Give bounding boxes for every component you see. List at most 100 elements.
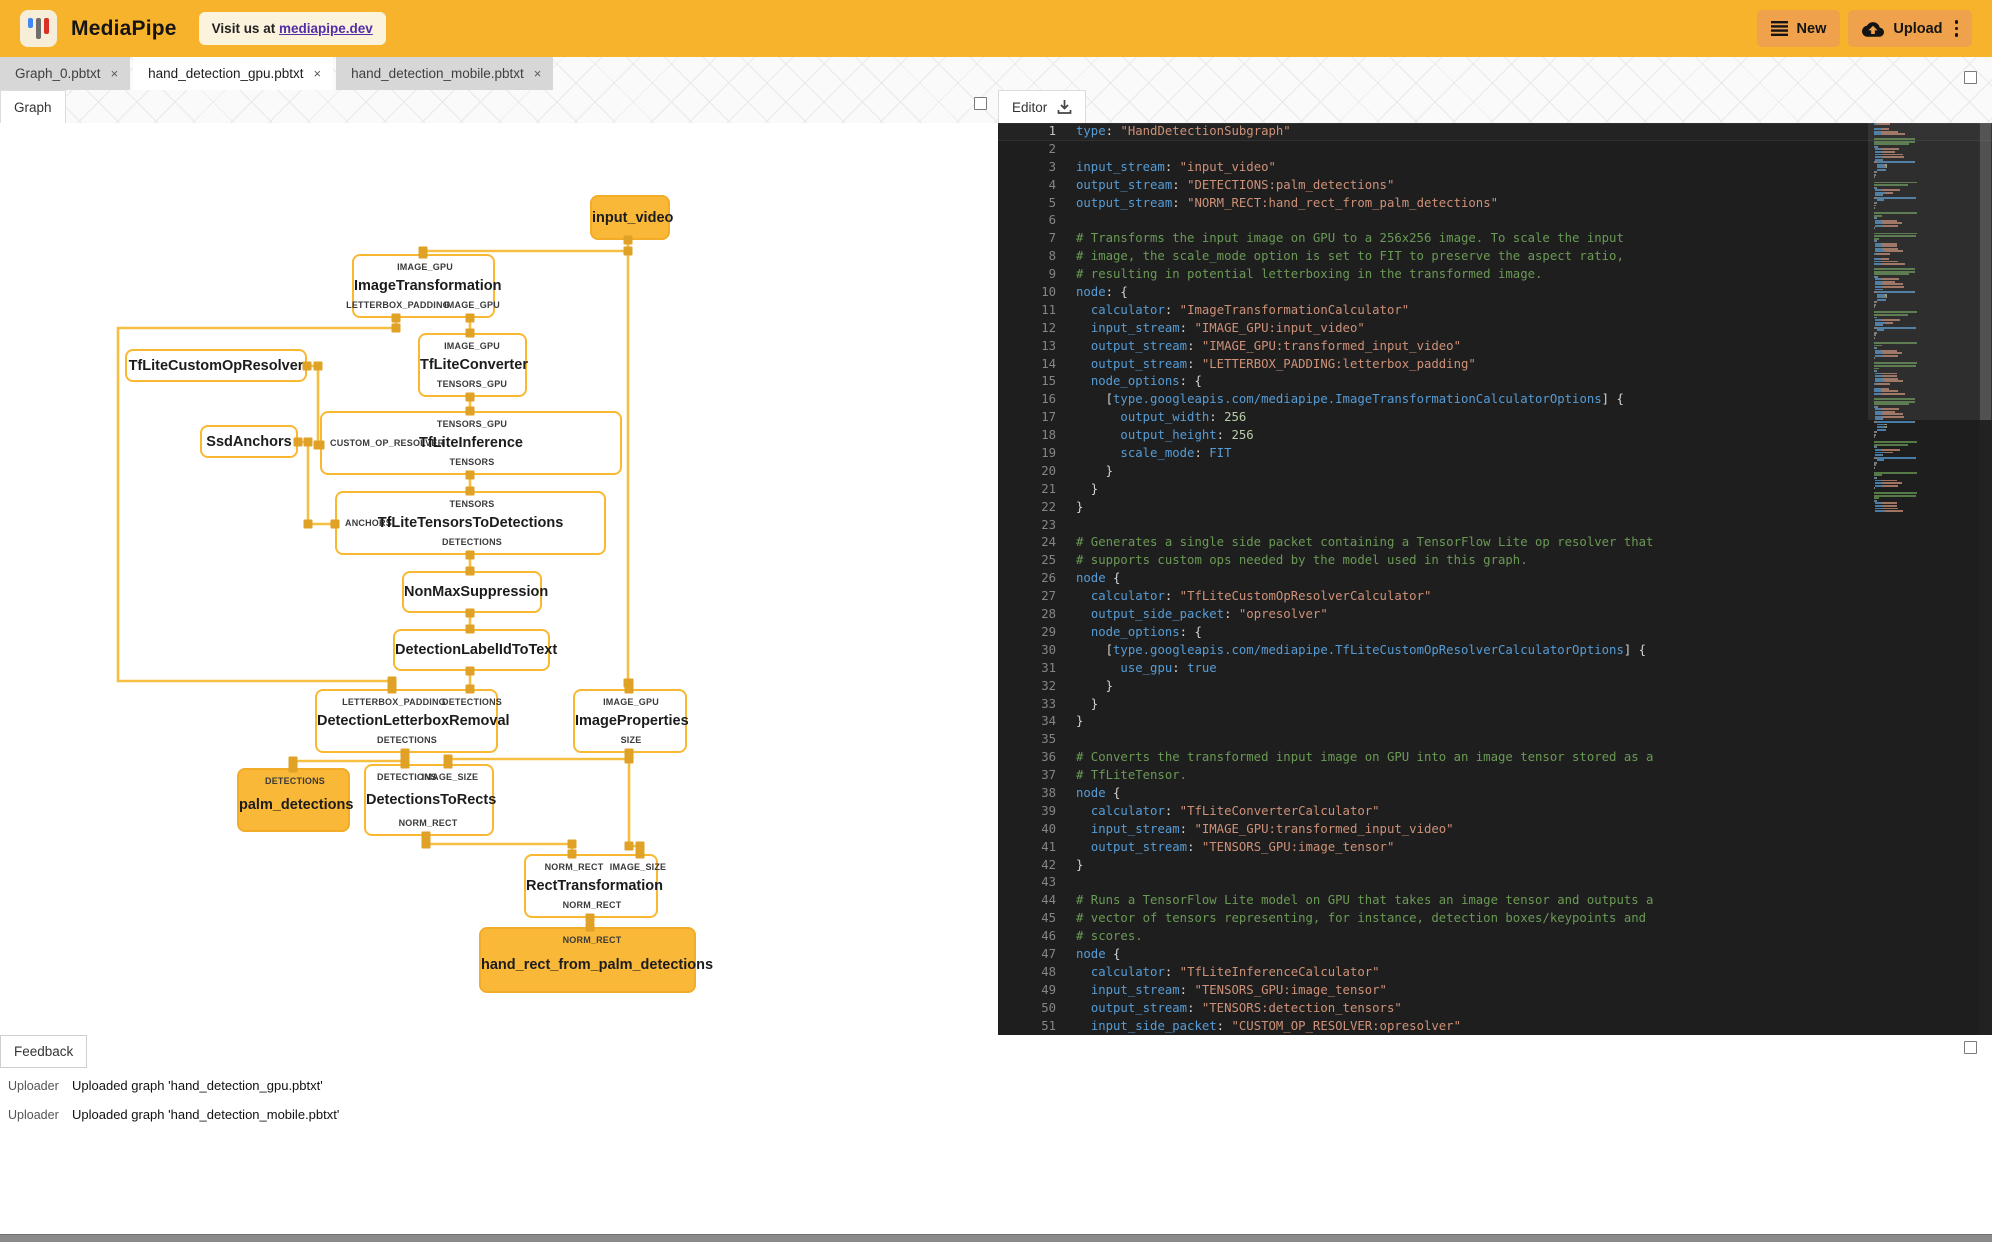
line-number: 31 <box>1041 660 1056 675</box>
graph-node-palm_detections[interactable]: DETECTIONS palm_detections <box>237 768 354 832</box>
file-tab-graph-0[interactable]: Graph_0.pbtxt × <box>0 57 131 90</box>
mediapipe-logo-icon <box>20 10 57 47</box>
line-number: 2 <box>1048 141 1056 156</box>
code-line: 21 } <box>998 481 1992 499</box>
graph-node-RectTransformation[interactable]: NORM_RECT IMAGE_SIZE NORM_RECT RectTransfor… <box>524 854 666 918</box>
hamburger-icon <box>1770 21 1788 36</box>
line-number: 48 <box>1041 964 1056 979</box>
graph-node-hand_rect_from_palm_detections[interactable]: NORM_RECT hand_rect_from_palm_detections <box>479 927 713 993</box>
graph-node-DetectionLabelIdToText[interactable]: DetectionLabelIdToText <box>393 629 557 671</box>
bottom-scrollbar[interactable] <box>0 1234 1992 1242</box>
line-number: 20 <box>1041 463 1056 478</box>
graph-node-ImageTransformation[interactable]: IMAGE_GPU LETTERBOX_PADDING IMAGE_GPU Image… <box>346 254 502 318</box>
graph-node-DetectionLetterboxRemoval[interactable]: LETTERBOX_PADDING DETECTIONS DETECTIONS Det… <box>315 689 510 753</box>
feedback-message: Uploaded graph 'hand_detection_gpu.pbtxt… <box>72 1078 323 1093</box>
code-line: 34} <box>998 713 1992 731</box>
code-line: 47 node { <box>998 946 1992 964</box>
editor-scrollbar[interactable] <box>1979 123 1992 1035</box>
line-number: 4 <box>1048 177 1056 192</box>
node-label: palm_detections <box>239 796 354 813</box>
minimap[interactable] <box>1868 123 1992 1035</box>
code-editor[interactable]: 1 type: "HandDetectionSubgraph" 2 3 input_st… <box>998 123 1992 1035</box>
code-line: 6 <box>998 212 1992 230</box>
graph-node-TfLiteConverter[interactable]: IMAGE_GPU TENSORS_GPU TfLiteConverter <box>418 333 528 397</box>
graph-node-TfLiteTensorsToDetections[interactable]: TENSORS DETECTIONS ANCHORS TfLiteTensorsToD… <box>335 491 606 555</box>
scrollbar-thumb[interactable] <box>1980 123 1991 420</box>
download-icon[interactable] <box>1057 99 1072 115</box>
line-number: 47 <box>1041 946 1056 961</box>
graph-panel-tab[interactable]: Graph <box>0 90 66 123</box>
port-label: IMAGE_SIZE <box>421 772 479 782</box>
editor-panel-tab[interactable]: Editor <box>998 90 1087 123</box>
file-tab-hand-detection-gpu[interactable]: hand_detection_gpu.pbtxt × <box>133 57 334 90</box>
line-number: 45 <box>1041 911 1056 926</box>
feedback-popout-icon[interactable] <box>1964 1041 1977 1054</box>
line-number: 43 <box>1041 875 1056 890</box>
line-number: 14 <box>1041 356 1056 371</box>
code-line: 11 calculator: "ImageTransformationCalcu… <box>998 302 1992 320</box>
line-number: 15 <box>1041 374 1056 389</box>
line-number: 3 <box>1048 159 1056 174</box>
node-label: ImageProperties <box>575 713 689 729</box>
code-lines[interactable]: 1 type: "HandDetectionSubgraph" 2 3 input_st… <box>998 123 1992 1035</box>
port-label: SIZE <box>620 735 642 745</box>
port-label: IMAGE_GPU <box>603 697 659 707</box>
code-line: 15 node_options: { <box>998 373 1992 391</box>
line-number: 16 <box>1041 392 1056 407</box>
mediapipe-dev-link[interactable]: mediapipe.dev <box>279 21 373 36</box>
line-number: 23 <box>1041 517 1056 532</box>
line-number: 17 <box>1041 410 1056 425</box>
code-line: 3 input_stream: "input_video" <box>998 159 1992 177</box>
graph-node-TfLiteCustomOpResolver[interactable]: TfLiteCustomOpResolver <box>125 349 307 382</box>
line-number: 26 <box>1041 571 1056 586</box>
file-tab-bar: Graph_0.pbtxt × hand_detection_gpu.pbtxt… <box>0 57 556 90</box>
line-number: 41 <box>1041 839 1056 854</box>
code-line: 43 <box>998 874 1992 892</box>
code-line: 38 node { <box>998 785 1992 803</box>
visit-pill: Visit us at mediapipe.dev <box>198 12 386 45</box>
graph-canvas[interactable]: input_video IMAGE_GPU LETTERBOX_PADDING IMA… <box>0 123 998 1035</box>
line-number: 22 <box>1041 499 1056 514</box>
close-icon[interactable]: × <box>534 66 542 81</box>
graph-node-SsdAnchors[interactable]: SsdAnchors <box>200 425 298 458</box>
port-label: LETTERBOX_PADDING <box>342 697 446 707</box>
graph-node-input_video[interactable]: input_video <box>590 195 674 240</box>
line-number: 5 <box>1048 195 1056 210</box>
line-number: 28 <box>1041 607 1056 622</box>
node-label: DetectionLetterboxRemoval <box>317 713 510 729</box>
code-line: 40 input_stream: "IMAGE_GPU:transformed_… <box>998 821 1992 839</box>
feedback-panel-tab[interactable]: Feedback <box>0 1035 88 1068</box>
line-number: 12 <box>1041 320 1056 335</box>
editor-popout-icon[interactable] <box>1964 71 1977 84</box>
upload-button[interactable]: Upload <box>1848 10 1972 47</box>
close-icon[interactable]: × <box>314 66 322 81</box>
line-number: 42 <box>1041 857 1056 872</box>
node-label: ImageTransformation <box>354 278 502 294</box>
code-line: 20 } <box>998 463 1992 481</box>
code-line: 31 use_gpu: true <box>998 660 1992 678</box>
kebab-menu-icon[interactable] <box>1954 18 1958 38</box>
file-tab-hand-detection-mobile[interactable]: hand_detection_mobile.pbtxt × <box>336 57 554 90</box>
line-number: 34 <box>1041 714 1056 729</box>
graph-popout-icon[interactable] <box>974 97 987 110</box>
line-number: 1 <box>1048 124 1056 138</box>
graph-node-ImageProperties[interactable]: IMAGE_GPU SIZE ImageProperties <box>573 689 689 753</box>
graph-node-NonMaxSuppression[interactable]: NonMaxSuppression <box>402 571 548 613</box>
feedback-message: Uploaded graph 'hand_detection_mobile.pb… <box>72 1107 340 1122</box>
line-number: 33 <box>1041 696 1056 711</box>
code-line: 50 output_stream: "TENSORS:detection_ten… <box>998 1000 1992 1018</box>
code-line: 46 # scores. <box>998 928 1992 946</box>
graph-node-TfLiteInference[interactable]: TENSORS_GPU TENSORS CUSTOM_OP_RESOLVER TfLi… <box>320 411 622 475</box>
code-line: 2 <box>998 141 1992 159</box>
code-line: 49 input_stream: "TENSORS_GPU:image_tens… <box>998 982 1992 1000</box>
line-number: 49 <box>1041 982 1056 997</box>
line-number: 8 <box>1048 249 1056 264</box>
node-label: input_video <box>592 209 674 226</box>
graph-node-DetectionsToRects[interactable]: DETECTIONS IMAGE_SIZE NORM_RECT DetectionsT… <box>364 764 496 836</box>
minimap-slider[interactable] <box>1868 123 1992 420</box>
line-number: 9 <box>1048 267 1056 282</box>
close-icon[interactable]: × <box>111 66 119 81</box>
line-number: 37 <box>1041 768 1056 783</box>
code-line: 19 scale_mode: FIT <box>998 445 1992 463</box>
new-button[interactable]: New <box>1756 10 1841 47</box>
